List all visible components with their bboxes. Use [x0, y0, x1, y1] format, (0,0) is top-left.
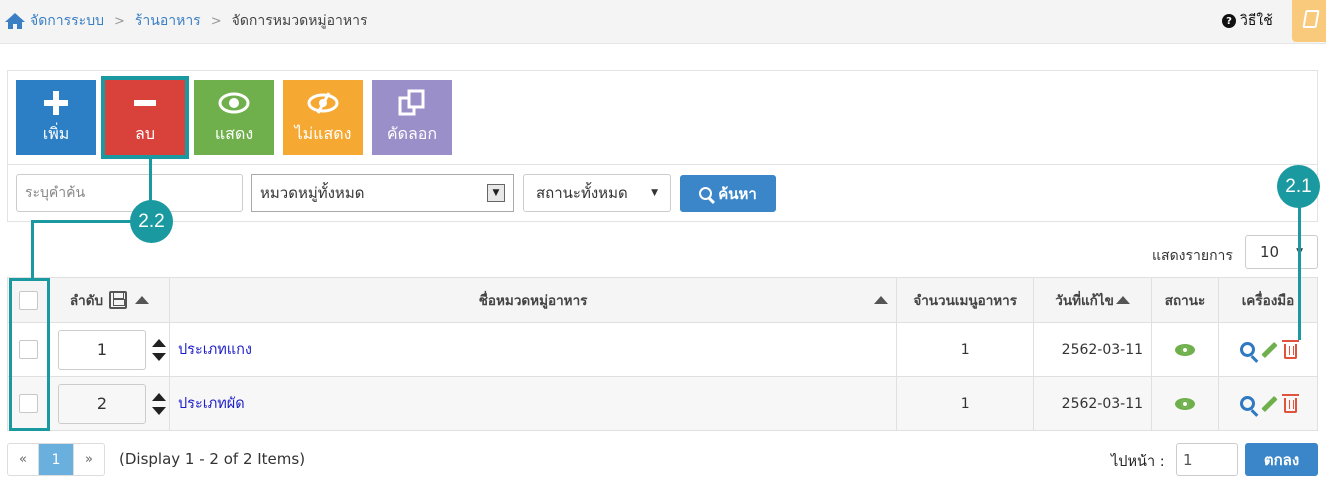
th-modified[interactable]: วันที่แก้ไข [1033, 277, 1153, 323]
category-name-link[interactable]: ประเภทแกง [170, 342, 252, 358]
category-select[interactable]: หมวดหมู่ทั้งหมด ▼ [251, 174, 514, 212]
th-order[interactable]: ลำดับ [48, 277, 170, 323]
annotation-2-2: 2.2 [130, 200, 173, 243]
table-row: 1 ประเภทแกง 1 2562-03-11 [7, 322, 1318, 377]
hide-button[interactable]: ไม่แสดง [283, 80, 363, 155]
th-menu-count: จำนวนเมนูอาหาร [896, 277, 1035, 323]
top-bar: จัดการระบบ > ร้านอาหาร > จัดการหมวดหมู่อ… [0, 0, 1326, 44]
question-icon: ? [1222, 14, 1236, 28]
edit-icon[interactable] [1260, 341, 1278, 358]
view-icon[interactable] [1239, 342, 1255, 357]
status-visible-icon[interactable] [1175, 397, 1196, 410]
copy-icon [398, 89, 425, 116]
action-panel: เพิ่ม ลบ แสดง ไม่แสดง คัดลอก ระบุคำค้น ห… [7, 70, 1318, 222]
breadcrumb-restaurant-link[interactable]: ร้านอาหาร [135, 10, 201, 32]
status-select[interactable]: สถานะทั้งหมด ▼ [523, 174, 671, 212]
show-label: แสดง [214, 124, 254, 143]
trash-icon[interactable] [1281, 393, 1299, 413]
modified-date: 2562-03-11 [1033, 322, 1153, 377]
annotation-box-checkboxes [9, 278, 50, 431]
search-button-label: ค้นหา [718, 184, 757, 203]
page-1-button[interactable]: 1 [39, 444, 73, 475]
th-modified-label: วันที่แก้ไข [1055, 293, 1114, 309]
divider [8, 164, 1317, 165]
table-row: 2 ประเภทผัด 1 2562-03-11 [7, 376, 1318, 431]
breadcrumb-separator: > [113, 13, 125, 29]
note-icon [1302, 10, 1320, 28]
breadcrumb-separator: > [210, 13, 222, 29]
show-button[interactable]: แสดง [194, 80, 274, 155]
order-input[interactable]: 2 [57, 383, 146, 424]
prev-page-button[interactable]: « [8, 444, 39, 475]
category-table: ลำดับ ชื่อหมวดหมู่อาหาร จำนวนเมนูอาหาร ว… [7, 277, 1318, 431]
per-page-label: แสดงรายการ [1152, 248, 1233, 264]
breadcrumb-home-link[interactable]: จัดการระบบ [30, 10, 104, 32]
search-button[interactable]: ค้นหา [680, 175, 776, 212]
add-label: เพิ่ม [42, 124, 70, 143]
eye-icon [218, 92, 250, 114]
category-select-value: หมวดหมู่ทั้งหมด [260, 184, 365, 202]
next-page-button[interactable]: » [73, 444, 104, 475]
goto-page-input[interactable]: 1 [1176, 443, 1238, 476]
th-name[interactable]: ชื่อหมวดหมู่อาหาร [168, 277, 898, 323]
search-icon [699, 187, 713, 200]
display-count: (Display 1 - 2 of 2 Items) [119, 450, 306, 468]
dropdown-arrow-icon: ▼ [487, 184, 505, 202]
table-header: ลำดับ ชื่อหมวดหมู่อาหาร จำนวนเมนูอาหาร ว… [7, 277, 1318, 323]
annotation-line [31, 220, 34, 278]
th-tools: เครื่องมือ [1218, 277, 1318, 323]
caret-down-icon: ▼ [651, 188, 658, 198]
annotation-2-1: 2.1 [1277, 165, 1320, 208]
sort-up-icon [1115, 296, 1130, 304]
delete-label: ลบ [135, 124, 155, 143]
trash-icon[interactable] [1281, 339, 1299, 359]
search-input[interactable] [16, 174, 243, 212]
sort-up-icon [874, 296, 889, 304]
order-input[interactable]: 1 [57, 329, 146, 370]
pagination: « 1 » [7, 443, 105, 476]
copy-button[interactable]: คัดลอก [372, 80, 452, 155]
view-icon[interactable] [1239, 396, 1255, 411]
breadcrumb: จัดการระบบ > ร้านอาหาร > จัดการหมวดหมู่อ… [4, 10, 368, 32]
th-name-label: ชื่อหมวดหมู่อาหาร [478, 293, 588, 309]
th-status: สถานะ [1151, 277, 1219, 323]
annotation-line [1298, 205, 1301, 340]
help-label: วิธีใช้ [1240, 13, 1273, 29]
delete-button[interactable]: ลบ [101, 76, 189, 159]
copy-label: คัดลอก [386, 124, 438, 143]
status-select-value: สถานะทั้งหมด [536, 184, 628, 202]
category-name-link[interactable]: ประเภทผัด [170, 396, 245, 412]
move-down-icon[interactable] [151, 352, 166, 361]
eye-slash-icon [307, 92, 339, 114]
notes-tab[interactable] [1292, 0, 1326, 42]
toolbar: เพิ่ม ลบ แสดง ไม่แสดง คัดลอก [16, 76, 461, 159]
help-link[interactable]: ? วิธีใช้ [1222, 10, 1273, 32]
menu-count: 1 [896, 322, 1035, 377]
per-page-select[interactable]: 10 ▼ [1245, 235, 1318, 269]
annotation-line [31, 220, 136, 223]
status-visible-icon[interactable] [1175, 343, 1196, 356]
modified-date: 2562-03-11 [1033, 376, 1153, 431]
annotation-line [149, 155, 152, 205]
breadcrumb-current: จัดการหมวดหมู่อาหาร [231, 13, 368, 29]
sort-up-icon [135, 296, 150, 304]
move-up-icon[interactable] [151, 338, 166, 347]
per-page-value: 10 [1260, 243, 1280, 261]
move-down-icon[interactable] [151, 406, 166, 415]
goto-ok-button[interactable]: ตกลง [1245, 443, 1318, 476]
hide-label: ไม่แสดง [294, 124, 352, 143]
goto-page-label: ไปหน้า : [1111, 454, 1165, 470]
edit-icon[interactable] [1260, 395, 1278, 412]
plus-icon [44, 91, 68, 115]
th-order-label: ลำดับ [69, 293, 104, 309]
add-button[interactable]: เพิ่ม [16, 80, 96, 155]
move-up-icon[interactable] [151, 392, 166, 401]
save-icon[interactable] [109, 291, 128, 309]
minus-icon [134, 100, 156, 106]
menu-count: 1 [896, 376, 1035, 431]
home-icon[interactable] [4, 12, 26, 30]
